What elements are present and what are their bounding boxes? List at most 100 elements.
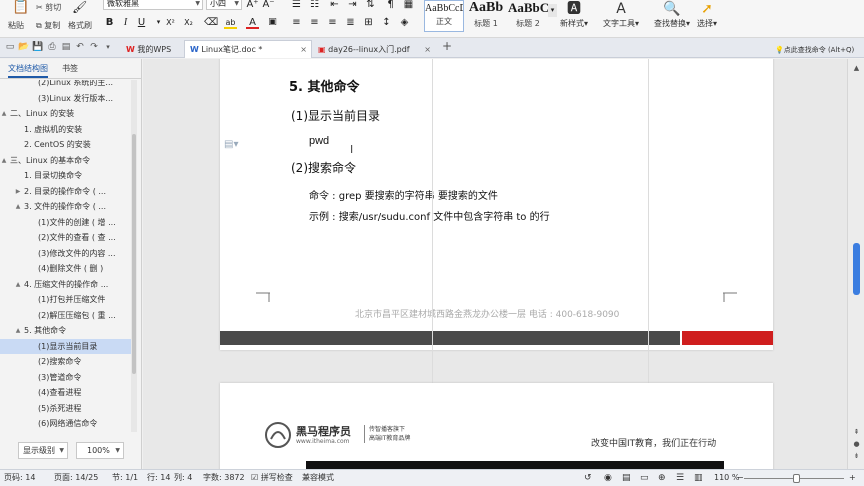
outline-item[interactable]: (6)网络通信命令 xyxy=(0,416,131,431)
zoom-in-icon[interactable]: + xyxy=(849,470,856,486)
zoom-out-icon[interactable]: − xyxy=(737,470,744,486)
format-painter-button[interactable]: 格式刷 xyxy=(68,20,92,31)
superscript-button[interactable]: X² xyxy=(164,16,177,29)
outline-item[interactable]: (2)文件的查看 ( 查 ... xyxy=(0,230,131,245)
distribute-icon[interactable]: ⊞ xyxy=(362,16,375,29)
paste-icon[interactable]: 📋 xyxy=(12,0,29,14)
outline-item[interactable]: (3)管道命令 xyxy=(0,370,131,385)
zoom-level[interactable]: 110 % xyxy=(714,470,739,486)
full-screen-icon[interactable]: ▭ xyxy=(640,470,649,486)
outline-item[interactable]: 2. CentOS 的安装 xyxy=(0,137,131,152)
sort-icon[interactable]: ⇅ xyxy=(364,0,377,11)
numbering-icon[interactable]: ☷ xyxy=(308,0,321,11)
tab-linux-notes[interactable]: W Linux笔记.doc * × xyxy=(184,40,312,58)
collapse-icon[interactable]: ▲ xyxy=(14,323,22,338)
status-page-count[interactable]: 页面: 14/25 xyxy=(54,470,98,486)
status-word-count[interactable]: 字数: 3872 xyxy=(203,470,245,486)
tab-document-map[interactable]: 文档结构图 xyxy=(8,63,48,78)
styles-more-icon[interactable]: ▾ xyxy=(548,4,557,17)
open-icon[interactable]: 📂 xyxy=(18,41,30,53)
page-15[interactable]: 黑马程序员 www.itheima.com 传智播客旗下 高端IT教育品牌 改变中… xyxy=(220,383,773,469)
collapse-icon[interactable]: ▲ xyxy=(14,277,22,292)
outline-item[interactable]: (5)杀死进程 xyxy=(0,401,131,416)
justify-icon[interactable]: ≣ xyxy=(344,16,357,29)
redo-icon[interactable]: ↷ xyxy=(88,41,100,53)
tab-my-wps[interactable]: W 我的WPS xyxy=(120,40,182,58)
outline-item[interactable]: (4)查看进程 xyxy=(0,385,131,400)
cut-button[interactable]: ✂ 剪切 xyxy=(36,2,61,13)
collapse-icon[interactable]: ▲ xyxy=(0,106,8,121)
select-button[interactable]: ➚ 选择▾ xyxy=(697,0,717,29)
outline-item[interactable]: (1)显示当前目录 xyxy=(0,338,131,354)
outdent-icon[interactable]: ⇤ xyxy=(328,0,341,11)
prev-page-icon[interactable]: ⇞ xyxy=(851,427,862,437)
outline-item[interactable]: 1. 虚拟机的安装 xyxy=(0,122,131,137)
char-border-icon[interactable]: ▣ xyxy=(266,16,279,29)
outline-item[interactable]: (2)搜索命令 xyxy=(0,354,131,369)
select-browse-icon[interactable]: ● xyxy=(851,439,862,449)
borders-icon[interactable]: ▦ xyxy=(402,0,415,11)
line-spacing-icon[interactable]: ↕ xyxy=(380,16,393,29)
nav-scrollbar[interactable] xyxy=(131,80,137,432)
status-page-number[interactable]: 页码: 14 xyxy=(4,470,35,486)
grep-example-line[interactable]: 示例 : 搜索/usr/sudu.conf 文件中包含字符串 to 的行 xyxy=(309,208,550,223)
new-doc-icon[interactable]: ▭ xyxy=(4,41,16,53)
outline-item[interactable]: (1)打包并压缩文件 xyxy=(0,292,131,307)
style-heading2[interactable]: AaBbC 标题 2 xyxy=(508,0,548,32)
paste-button[interactable]: 粘贴 xyxy=(8,20,24,31)
close-tab-icon[interactable]: × xyxy=(424,41,431,58)
outline-item[interactable]: (2)Linux 系统的主... xyxy=(0,80,131,90)
align-right-icon[interactable]: ≡ xyxy=(326,16,339,29)
outline-view-icon[interactable]: ☰ xyxy=(676,470,684,486)
eye-protection-icon[interactable]: ◉ xyxy=(604,470,612,486)
style-normal[interactable]: AaBbCcDd 正文 xyxy=(424,0,464,32)
eraser-icon[interactable]: ⌫ xyxy=(204,16,218,29)
scroll-up-icon[interactable]: ▲ xyxy=(851,63,862,73)
tab-bookmarks[interactable]: 书签 xyxy=(62,63,78,74)
collapse-icon[interactable]: ▲ xyxy=(14,199,22,214)
highlight-button[interactable]: ab xyxy=(224,16,237,29)
align-center-icon[interactable]: ≡ xyxy=(308,16,321,29)
outline-item[interactable]: (1)文件的创建 ( 增 ... xyxy=(0,215,131,230)
next-page-icon[interactable]: ⇟ xyxy=(851,451,862,461)
outline-item[interactable]: 1. 目录切换命令 xyxy=(0,168,131,183)
web-layout-icon[interactable]: ⊕ xyxy=(658,470,666,486)
shading-icon[interactable]: ◈ xyxy=(398,16,411,29)
outline-item[interactable]: ▲ 3. 文件的操作命令 ( ... xyxy=(0,199,131,214)
new-style-button[interactable]: 🅰 新样式▾ xyxy=(560,0,588,29)
scroll-thumb[interactable] xyxy=(853,243,860,295)
subheading-show-dir[interactable]: (1)显示当前目录 xyxy=(291,107,380,124)
font-size-select[interactable]: 小四 ▼ xyxy=(206,0,242,10)
revision-icon[interactable]: ↺ xyxy=(584,470,592,486)
reading-mode-icon[interactable]: ▥ xyxy=(694,470,703,486)
subscript-button[interactable]: X₂ xyxy=(182,16,195,29)
display-level-select[interactable]: 显示级别 ▼ xyxy=(18,442,68,459)
outline-item[interactable]: ▶ 2. 目录的操作命令 ( ... xyxy=(0,184,131,199)
format-painter-icon[interactable]: 🖌 xyxy=(72,1,87,14)
command-pwd[interactable]: pwd xyxy=(309,135,329,147)
find-replace-button[interactable]: 🔍 查找替换▾ xyxy=(654,0,690,29)
underline-button[interactable]: U xyxy=(135,16,148,29)
collapse-icon[interactable]: ▲ xyxy=(0,153,8,168)
expand-icon[interactable]: ▶ xyxy=(14,184,22,199)
tab-linux-pdf[interactable]: ▣ day26--linux入门.pdf × xyxy=(312,40,436,58)
bold-button[interactable]: B xyxy=(103,16,116,29)
heading-other-commands[interactable]: 5. 其他命令 xyxy=(289,76,360,95)
bullets-icon[interactable]: ☰ xyxy=(290,0,303,11)
print-layout-icon[interactable]: ▤ xyxy=(622,470,631,486)
outline-item[interactable]: (3)Linux 发行版本... xyxy=(0,91,131,106)
outline-item[interactable]: ▲ 5. 其他命令 xyxy=(0,323,131,338)
outline-item[interactable]: (2)解压压缩包 ( 重 ... xyxy=(0,308,131,323)
outline-item[interactable]: ▲ 二、Linux 的安装 xyxy=(0,106,131,121)
add-tab-button[interactable]: + xyxy=(441,40,453,52)
page-14[interactable]: 5. 其他命令 (1)显示当前目录 pwd I (2)搜索命令 命令 : gre… xyxy=(220,59,773,350)
copy-button[interactable]: ⧉ 复制 xyxy=(36,20,60,31)
shrink-font-icon[interactable]: A⁻ xyxy=(262,0,275,11)
paragraph-marker-icon[interactable]: ▤▾ xyxy=(224,139,238,150)
save-icon[interactable]: 💾 xyxy=(32,41,44,53)
zoom-slider-knob[interactable] xyxy=(793,474,800,483)
italic-button[interactable]: I xyxy=(119,16,132,29)
preview-icon[interactable]: ▤ xyxy=(60,41,72,53)
subheading-search[interactable]: (2)搜索命令 xyxy=(291,159,356,176)
nav-scroll-thumb[interactable] xyxy=(132,134,136,374)
